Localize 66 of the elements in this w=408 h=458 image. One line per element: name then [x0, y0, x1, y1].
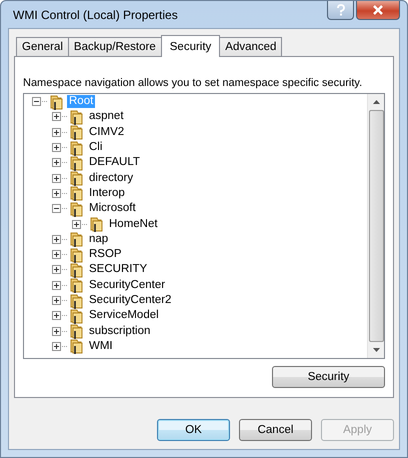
expander-icon[interactable] — [52, 188, 61, 198]
tree-item[interactable]: directory — [87, 172, 136, 185]
folder-icon — [48, 94, 64, 110]
tab[interactable]: General — [16, 37, 69, 56]
folder-icon — [68, 231, 84, 248]
folder-icon — [68, 292, 84, 309]
help-button[interactable] — [327, 1, 354, 20]
tree-item[interactable]: WMI — [87, 340, 115, 353]
tree-item[interactable]: Cli — [87, 141, 104, 154]
tree-item[interactable]: SECURITY — [87, 263, 150, 276]
expander-icon[interactable] — [32, 97, 41, 106]
tab[interactable]: Backup/Restore — [68, 37, 162, 56]
expander-icon[interactable] — [52, 250, 61, 260]
expander-icon[interactable] — [52, 311, 61, 320]
security-button[interactable]: Security — [272, 366, 385, 388]
tree-item[interactable]: Microsoft — [87, 202, 138, 216]
tree-item[interactable]: aspnet — [87, 110, 126, 124]
expander-icon[interactable] — [52, 112, 61, 122]
folder-icon — [68, 277, 84, 294]
folder-icon — [68, 246, 84, 263]
expander-icon[interactable] — [52, 234, 61, 244]
expander-icon[interactable] — [52, 326, 61, 336]
folder-icon — [68, 124, 84, 140]
folder-icon — [68, 323, 84, 340]
folder-icon — [68, 262, 84, 278]
expander-icon[interactable] — [52, 204, 61, 214]
expander-icon[interactable] — [52, 158, 61, 168]
expander-icon[interactable] — [52, 296, 61, 305]
scrollbar[interactable] — [367, 94, 384, 358]
folder-icon — [68, 108, 84, 125]
expander-icon[interactable] — [72, 220, 81, 229]
tree-item[interactable]: SecurityCenter2 — [87, 294, 174, 307]
folder-icon — [68, 308, 84, 324]
scroll-up-icon[interactable] — [372, 100, 380, 104]
dialog-button[interactable]: Cancel — [239, 419, 312, 441]
folder-icon — [68, 140, 84, 156]
window-title: WMI Control (Local) Properties — [12, 8, 178, 22]
expander-icon[interactable] — [52, 174, 61, 183]
dialog-button[interactable]: OK — [157, 419, 230, 441]
tree-item[interactable]: CIMV2 — [87, 126, 126, 139]
help-icon — [336, 4, 346, 16]
tree-item[interactable]: Interop — [87, 186, 127, 200]
tab[interactable]: Advanced — [219, 37, 282, 56]
tree-item[interactable]: HomeNet — [107, 218, 160, 231]
folder-icon — [68, 170, 84, 186]
expander-icon[interactable] — [52, 143, 61, 152]
folder-icon — [68, 154, 84, 171]
folder-icon — [88, 216, 104, 232]
expander-icon[interactable] — [52, 280, 61, 290]
expander-icon[interactable] — [52, 265, 61, 274]
tree-item[interactable]: RSOP — [87, 248, 124, 262]
tree-item[interactable]: SecurityCenter — [87, 278, 168, 292]
description-text: Namespace navigation allows you to set namespace specific security. — [23, 77, 364, 89]
folder-icon — [68, 338, 84, 354]
scroll-down-icon[interactable] — [372, 348, 380, 352]
folder-icon — [68, 200, 84, 217]
tree-item[interactable]: DEFAULT — [87, 156, 142, 170]
tree-item[interactable]: ServiceModel — [87, 309, 161, 322]
folder-icon — [68, 185, 84, 202]
expander-icon[interactable] — [52, 342, 61, 351]
tab[interactable]: Security — [160, 35, 220, 57]
close-button[interactable] — [356, 1, 400, 20]
close-icon — [372, 5, 384, 15]
tree-item[interactable]: subscription — [87, 324, 152, 338]
expander-icon[interactable] — [52, 128, 61, 137]
tree-item[interactable]: nap — [87, 232, 110, 246]
